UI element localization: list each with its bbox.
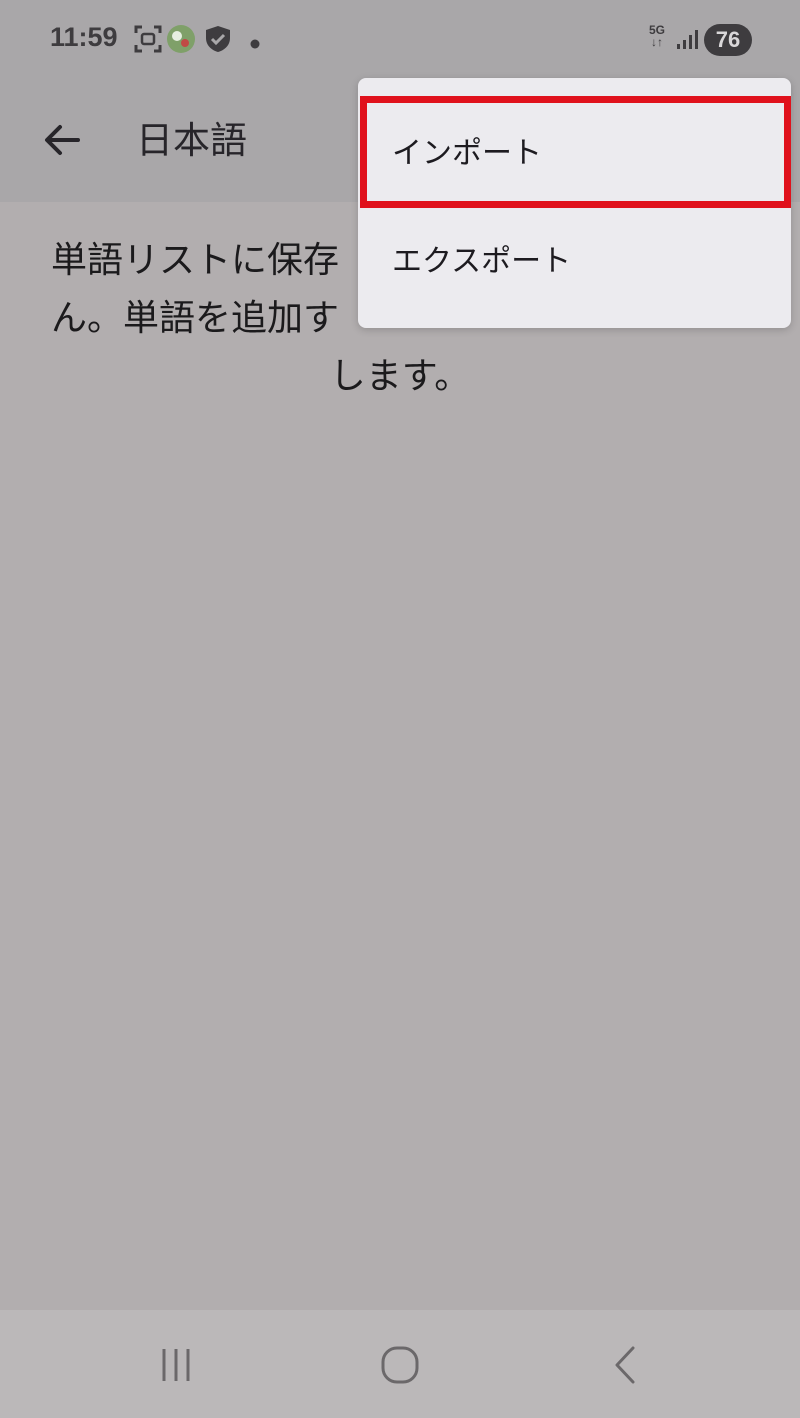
home-button[interactable] <box>370 1340 430 1390</box>
nav-back-button[interactable] <box>596 1340 656 1390</box>
recents-icon <box>162 1349 190 1381</box>
app-notification-icon <box>166 24 196 58</box>
network-type: 5G ↓↑ <box>648 23 665 49</box>
shield-check-icon <box>203 24 233 58</box>
back-icon <box>615 1346 635 1384</box>
home-icon <box>381 1346 419 1384</box>
page-title: 日本語 <box>136 119 247 162</box>
screenshot-icon <box>133 24 163 58</box>
status-bar: 11:59 5G ↓↑ 76 <box>0 0 800 80</box>
status-time: 11:59 <box>50 22 118 52</box>
menu-item-export[interactable]: エクスポート <box>358 204 791 312</box>
navigation-bar <box>0 1310 800 1418</box>
signal-icon <box>675 28 699 54</box>
battery-badge: 76 <box>704 24 752 56</box>
menu-item-import[interactable]: インポート <box>358 96 791 204</box>
back-button[interactable] <box>30 108 94 172</box>
overflow-menu: インポート エクスポート <box>358 78 791 328</box>
dot-icon <box>250 34 260 53</box>
arrow-back-icon <box>45 125 80 155</box>
empty-message-line-3: します。 <box>329 356 471 397</box>
recents-button[interactable] <box>146 1340 206 1390</box>
